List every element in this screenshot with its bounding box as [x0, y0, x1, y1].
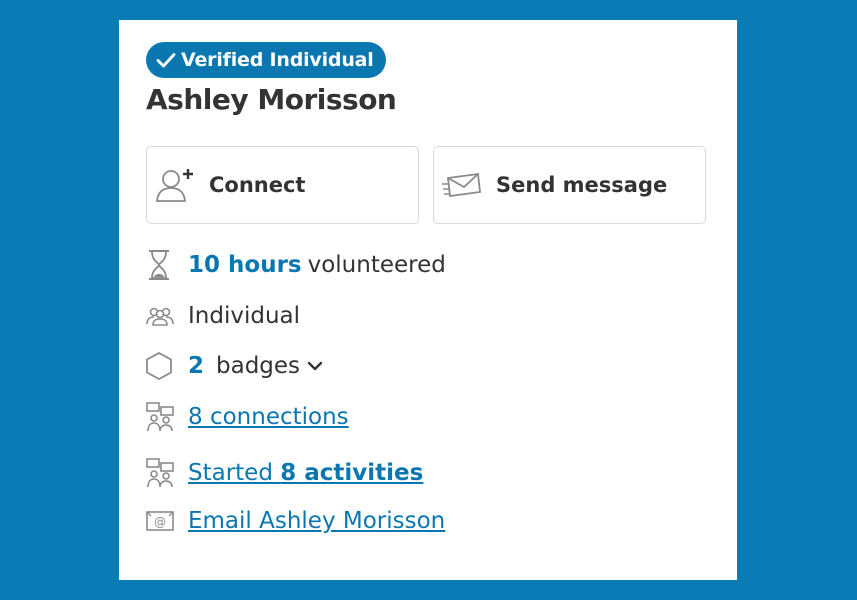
svg-text:@: @ — [154, 515, 166, 529]
verified-badge-label: Verified Individual — [181, 49, 374, 71]
connections-row: 8 connections — [145, 400, 349, 434]
connect-button-label: Connect — [209, 173, 306, 197]
type-row: Individual — [145, 299, 300, 333]
badges-label: badges — [216, 353, 301, 379]
hourglass-icon — [145, 248, 177, 282]
hours-row: 10 hours volunteered — [145, 248, 446, 282]
connections-link[interactable]: 8 connections — [188, 404, 349, 430]
network-icon — [145, 400, 177, 434]
activities-prefix: Started — [188, 460, 273, 486]
activities-count: 8 activities — [280, 460, 424, 486]
email-row: @ Email Ashley Morisson — [145, 504, 445, 538]
envelope-icon — [442, 172, 481, 198]
badges-count: 2 — [188, 353, 205, 379]
connect-button[interactable]: Connect — [146, 146, 419, 224]
send-message-button[interactable]: Send message — [433, 146, 706, 224]
profile-name: Ashley Morisson — [146, 83, 397, 116]
badges-row[interactable]: 2 badges — [145, 349, 324, 383]
hexagon-icon — [145, 349, 177, 383]
send-message-button-label: Send message — [496, 173, 668, 197]
activities-link[interactable]: Started 8 activities — [188, 460, 423, 486]
profile-card: Verified Individual Ashley Morisson Conn… — [119, 20, 737, 580]
hours-suffix: volunteered — [307, 252, 446, 278]
hours-value: 10 hours — [188, 252, 302, 278]
verified-badge: Verified Individual — [146, 42, 386, 78]
network-icon — [145, 456, 177, 490]
email-at-icon: @ — [145, 504, 177, 538]
check-icon — [156, 53, 176, 68]
group-icon — [145, 299, 177, 333]
email-link[interactable]: Email Ashley Morisson — [188, 508, 445, 534]
activities-row: Started 8 activities — [145, 456, 423, 490]
add-user-icon — [156, 169, 193, 202]
profile-type: Individual — [188, 303, 301, 329]
chevron-down-icon[interactable] — [306, 357, 324, 375]
